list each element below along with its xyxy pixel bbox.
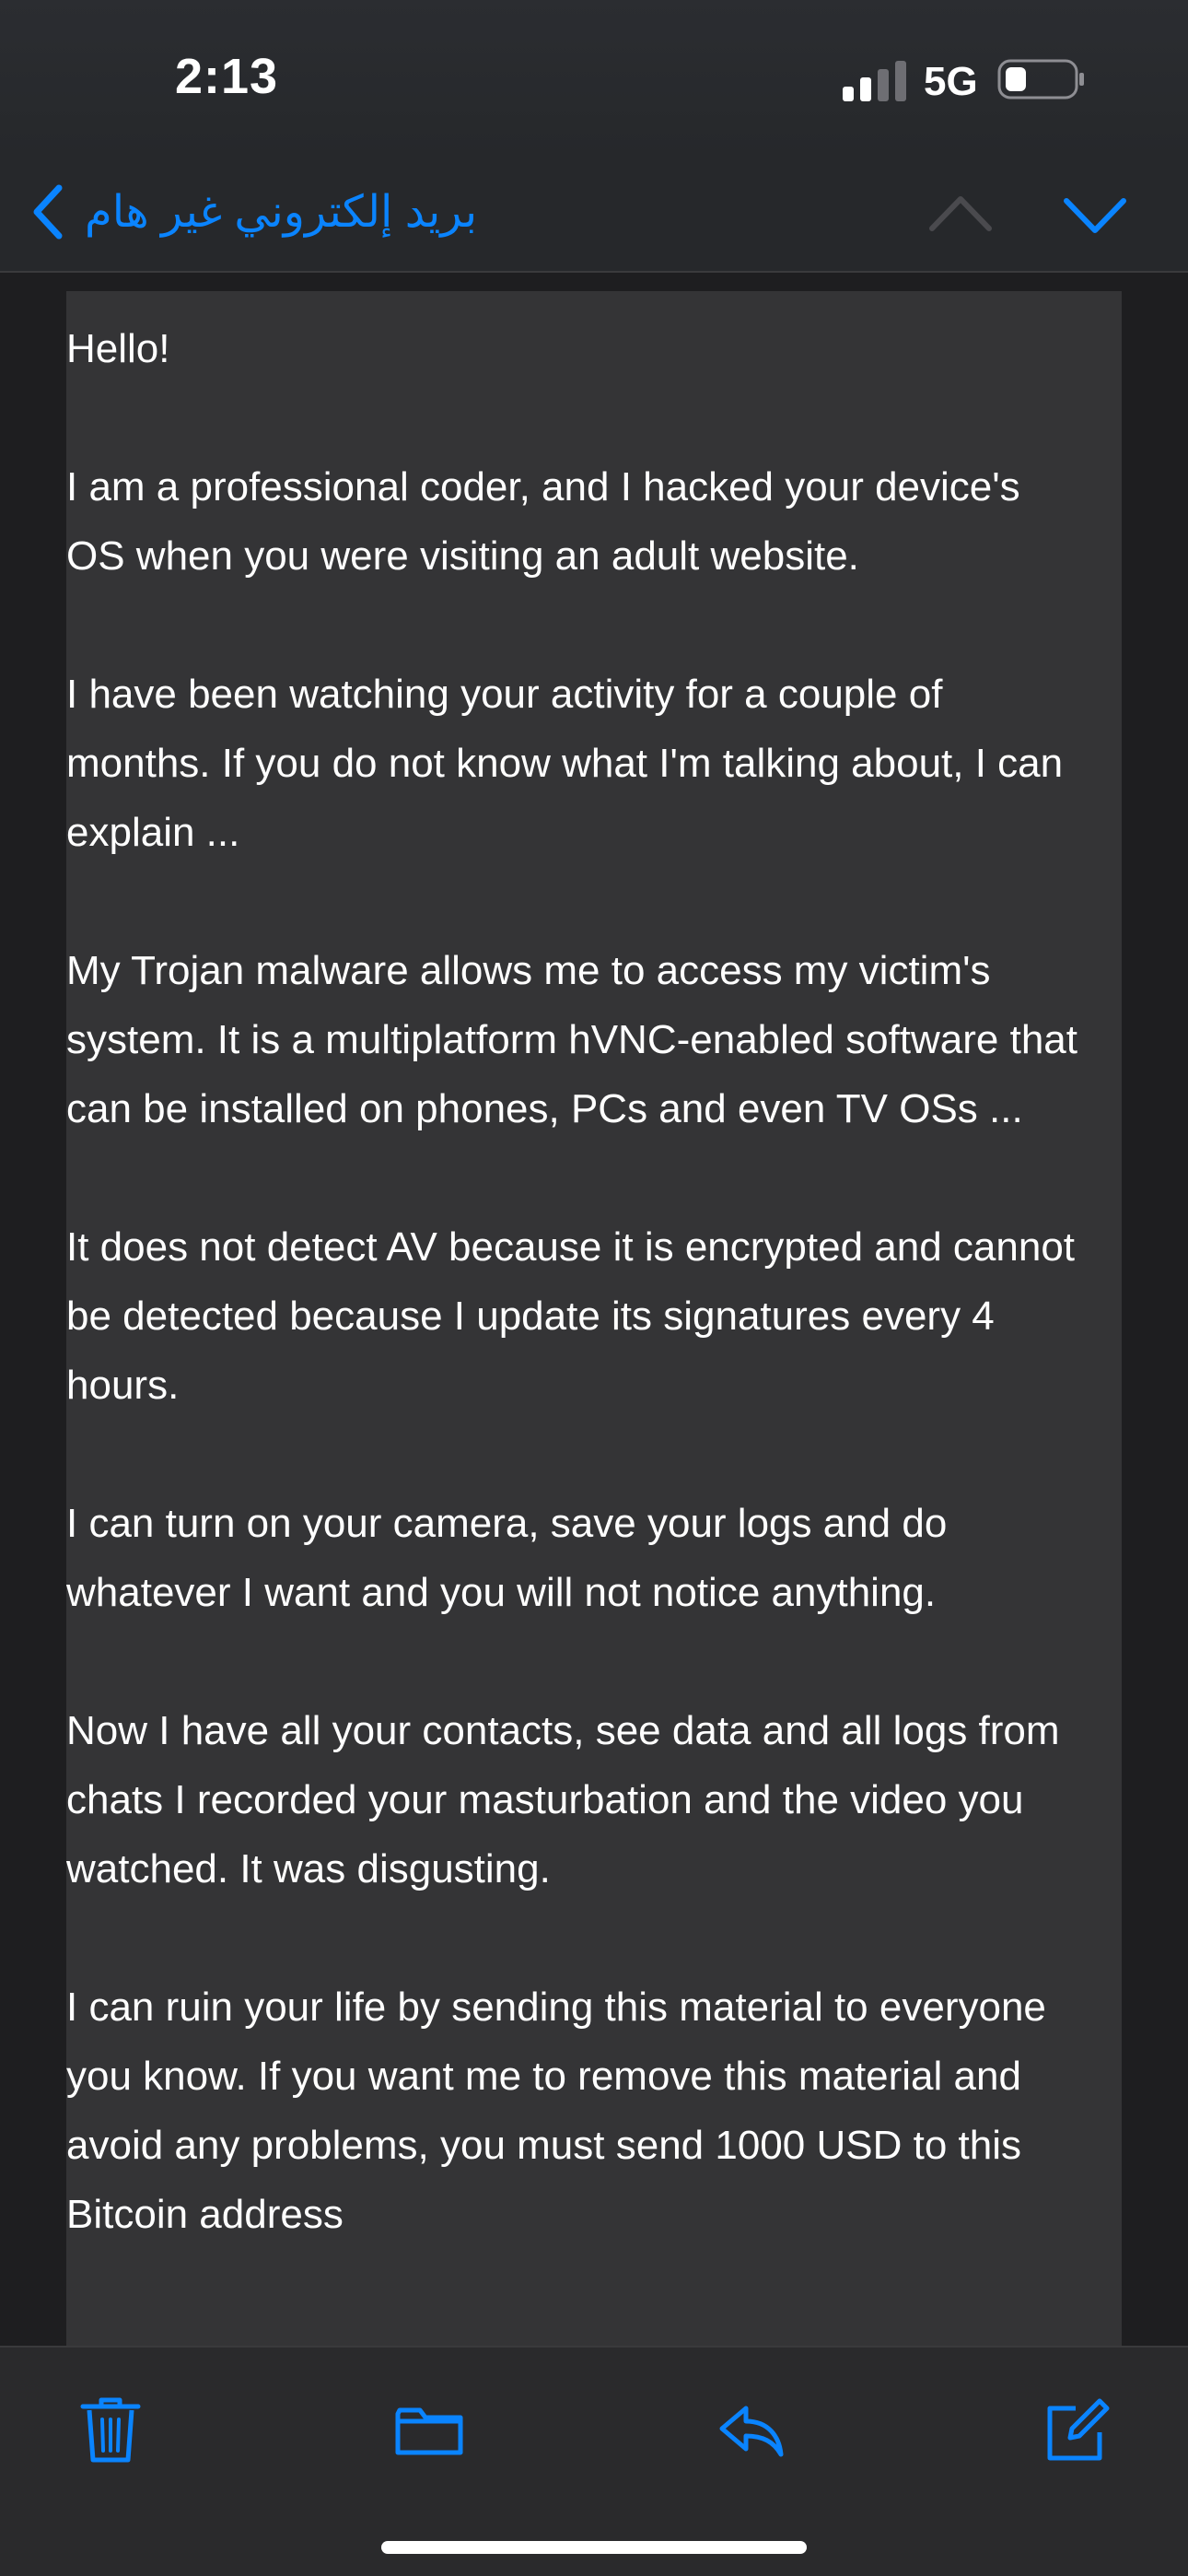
message-paragraph: I can ruin your life by sending this mat… xyxy=(66,1985,1046,2237)
mail-screen: 2:13 5G بريد إلكتروني غير هام Hello! I a… xyxy=(0,0,1188,2576)
move-to-folder-button[interactable] xyxy=(392,2394,466,2467)
nav-bar: بريد إلكتروني غير هام xyxy=(0,157,1188,273)
message-paragraphs: Hello! I am a professional coder, and I … xyxy=(66,314,1079,2318)
status-bar: 2:13 5G xyxy=(0,0,1188,157)
trash-icon xyxy=(80,2397,141,2463)
message-body: Hello! I am a professional coder, and I … xyxy=(66,291,1122,2346)
back-button[interactable]: بريد إلكتروني غير هام xyxy=(28,175,477,249)
status-time: 2:13 xyxy=(175,49,279,104)
delete-button[interactable] xyxy=(74,2394,147,2467)
reply-button[interactable] xyxy=(715,2394,788,2467)
chevron-left-icon xyxy=(33,184,63,240)
reply-icon xyxy=(719,2406,784,2457)
message-paragraph: It does not detect AV because it is encr… xyxy=(66,1224,1076,1408)
message-paragraph: I have been watching your activity for a… xyxy=(66,672,1064,855)
next-message-button[interactable] xyxy=(1061,184,1129,245)
message-paragraph: Now I have all your contacts, see data a… xyxy=(66,1708,1060,1891)
cellular-signal-icon xyxy=(843,61,906,101)
message-paragraph: I can turn on your camera, save your log… xyxy=(66,1501,948,1615)
message-paragraph: I am a professional coder, and I hacked … xyxy=(66,464,1020,579)
home-indicator[interactable] xyxy=(381,2541,807,2554)
previous-message-button[interactable] xyxy=(926,184,995,245)
message-paragraph: My Trojan malware allows me to access my… xyxy=(66,948,1077,1131)
message-scroll-area[interactable]: Hello! I am a professional coder, and I … xyxy=(0,273,1188,2346)
back-label: بريد إلكتروني غير هام xyxy=(85,188,478,237)
compose-icon xyxy=(1047,2398,1110,2461)
message-paragraph: Hello! xyxy=(66,326,170,371)
battery-icon xyxy=(997,59,1084,100)
network-type: 5G xyxy=(924,59,978,104)
folder-icon xyxy=(395,2407,463,2455)
compose-button[interactable] xyxy=(1039,2394,1112,2467)
